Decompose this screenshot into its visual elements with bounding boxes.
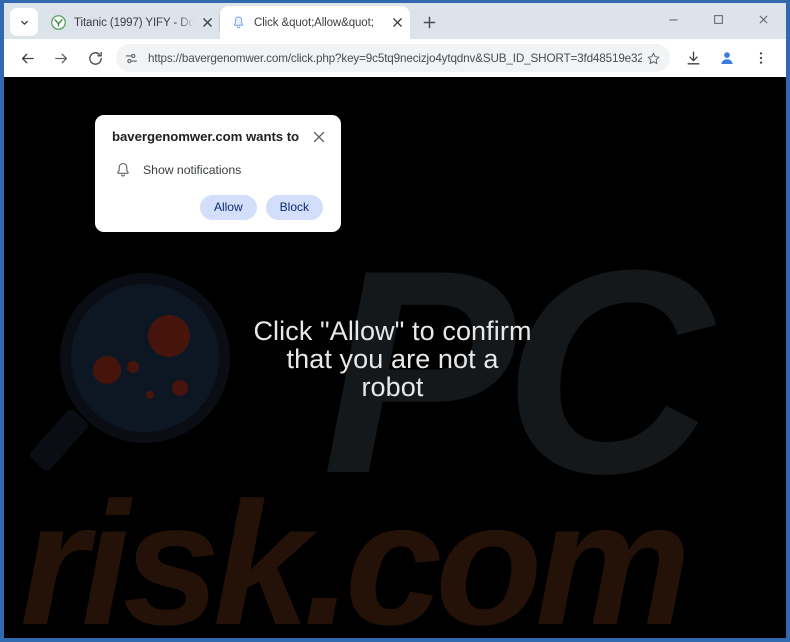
- watermark-risk: risk.com: [20, 467, 691, 638]
- back-button[interactable]: [13, 44, 41, 72]
- close-icon: [202, 18, 212, 27]
- block-button[interactable]: Block: [265, 195, 323, 220]
- address-bar[interactable]: https://bavergenomwer.com/click.php?key=…: [116, 44, 670, 72]
- bell-favicon-icon: [230, 15, 246, 31]
- plus-icon: [423, 16, 435, 28]
- maximize-icon: [714, 14, 723, 24]
- window-controls: [651, 3, 786, 39]
- close-icon: [313, 131, 325, 143]
- tab-close-button[interactable]: [198, 14, 216, 32]
- bookmark-star-icon[interactable]: [642, 47, 664, 69]
- tab-close-button[interactable]: [388, 14, 406, 32]
- more-vertical-icon: [759, 52, 763, 64]
- close-window-button[interactable]: [741, 3, 786, 35]
- tune-sliders-icon: [125, 53, 137, 63]
- new-tab-button[interactable]: [416, 9, 442, 35]
- permission-row: Show notifications: [95, 147, 341, 179]
- tab-titanic[interactable]: Titanic (1997) YIFY - Download: [40, 6, 220, 39]
- download-icon: [687, 50, 699, 64]
- avatar-icon: [721, 52, 733, 64]
- downloads-button[interactable]: [679, 44, 707, 72]
- site-info-button[interactable]: [119, 46, 143, 70]
- dialog-actions: Allow Block: [95, 179, 341, 220]
- tab-strip: Titanic (1997) YIFY - Download Click &qu…: [4, 3, 786, 39]
- screenshot-frame: Titanic (1997) YIFY - Download Click &qu…: [0, 0, 790, 642]
- page-heading: Click "Allow" to confirm that you are no…: [253, 316, 532, 403]
- arrow-right-icon: [54, 53, 67, 63]
- magnifier-handle: [27, 407, 90, 473]
- reload-button[interactable]: [81, 44, 109, 72]
- forward-button[interactable]: [47, 44, 75, 72]
- close-icon: [759, 14, 768, 24]
- browser-window: Titanic (1997) YIFY - Download Click &qu…: [4, 3, 786, 638]
- tab-title: Click &quot;Allow&quot;: [254, 16, 374, 29]
- minimize-icon: [669, 18, 678, 20]
- tab-title: Titanic (1997) YIFY - Download: [74, 16, 196, 29]
- arrow-left-icon: [21, 53, 34, 63]
- tab-search-button[interactable]: [10, 8, 38, 36]
- tab-click-allow[interactable]: Click &quot;Allow&quot;: [220, 6, 410, 39]
- yify-circle-icon: [50, 15, 66, 31]
- dialog-header: bavergenomwer.com wants to: [95, 129, 341, 147]
- minimize-button[interactable]: [651, 3, 696, 35]
- chrome-menu-button[interactable]: [747, 44, 775, 72]
- bell-icon: [114, 161, 132, 179]
- profile-button[interactable]: [713, 44, 741, 72]
- permission-label: Show notifications: [143, 163, 242, 177]
- notification-permission-dialog: bavergenomwer.com wants to Show notifica…: [95, 115, 341, 232]
- allow-button[interactable]: Allow: [199, 195, 257, 220]
- dialog-title: bavergenomwer.com wants to: [112, 129, 300, 144]
- url-text: https://bavergenomwer.com/click.php?key=…: [148, 51, 642, 65]
- reload-icon: [88, 51, 102, 65]
- close-icon: [392, 18, 402, 27]
- page-viewport: PC risk.com Click "Allow" to confirm tha…: [4, 77, 786, 638]
- chevron-down-icon: [20, 20, 28, 25]
- browser-toolbar: https://bavergenomwer.com/click.php?key=…: [4, 39, 786, 77]
- maximize-button[interactable]: [696, 3, 741, 35]
- dialog-close-button[interactable]: [309, 127, 329, 147]
